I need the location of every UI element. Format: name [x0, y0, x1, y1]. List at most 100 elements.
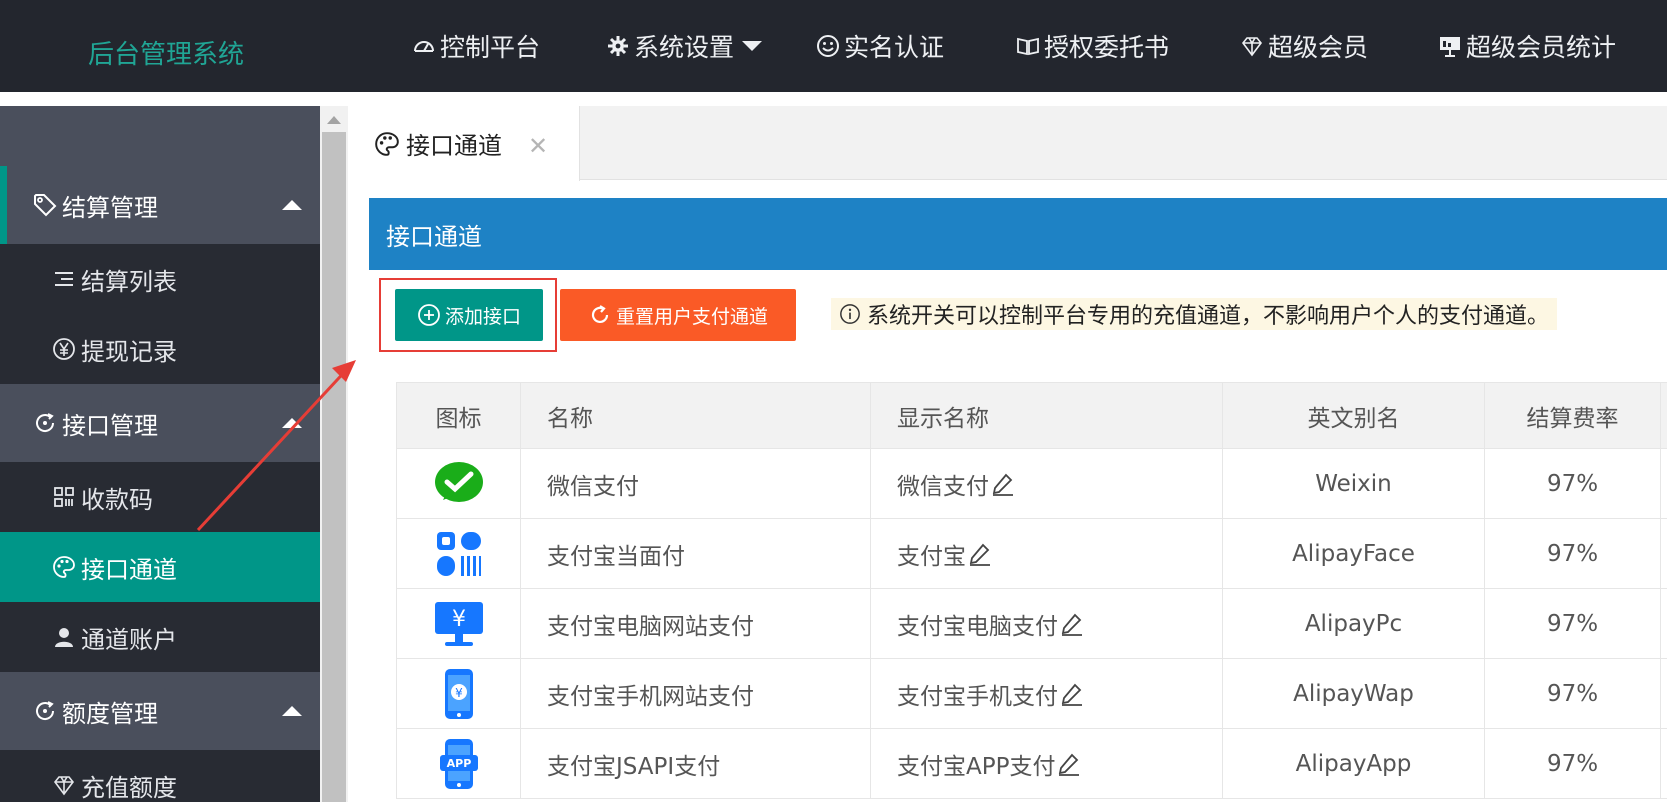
tag-icon [34, 194, 57, 217]
row-icon-cell: ¥ [396, 658, 521, 729]
qrcode-icon [54, 487, 74, 507]
sidebar-group-settlement[interactable]: 结算管理 [0, 166, 320, 244]
sidebar-item-label: 收款码 [81, 485, 153, 514]
nav-authorization[interactable]: 授权委托书 [1016, 30, 1169, 62]
notice-text: 系统开关可以控制平台专用的充值通道，不影响用户个人的支付通道。 [867, 304, 1550, 329]
sidebar-item-label: 接口通道 [81, 555, 177, 584]
interface-table: 图标 名称 显示名称 英文别名 结算费率 微信支付 微信支付 Weixin 97… [396, 382, 1667, 799]
row-alias: AlipayWap [1222, 658, 1485, 729]
panel-header: 接口通道 [369, 198, 1667, 270]
nav-super-member[interactable]: 超级会员 [1240, 30, 1368, 62]
sidebar-group-quota[interactable]: 额度管理 [0, 672, 320, 750]
row-name: 支付宝当面付 [520, 518, 871, 589]
add-interface-label: 添加接口 [444, 305, 521, 328]
sidebar-item-recharge-quota[interactable]: 充值额度 [0, 750, 320, 802]
row-name: 微信支付 [520, 448, 871, 519]
table-row: APP 支付宝JSAPI支付 支付宝APP支付 AlipayApp 97% [396, 728, 1667, 799]
row-display-cell[interactable]: 支付宝电脑支付 [870, 588, 1223, 659]
row-alias: AlipayPc [1222, 588, 1485, 659]
sidebar-item-label: 通道账户 [81, 625, 177, 654]
row-overflow [1660, 658, 1667, 729]
row-name: 支付宝电脑网站支付 [520, 588, 871, 659]
sidebar-item-label: 充值额度 [81, 773, 177, 802]
nav-label: 超级会员统计 [1466, 33, 1617, 62]
row-rate: 97% [1484, 658, 1661, 729]
sidebar-top-spacer [0, 106, 320, 166]
sidebar-group-label: 结算管理 [62, 193, 158, 222]
column-header-rate[interactable]: 结算费率 [1484, 382, 1661, 449]
user-icon [55, 628, 73, 647]
dashboard-icon [414, 41, 434, 52]
row-display-cell[interactable]: 支付宝手机支付 [870, 658, 1223, 729]
column-header-display-name[interactable]: 显示名称 [870, 382, 1223, 449]
row-display-name: 支付宝手机支付 [897, 683, 1058, 710]
row-icon-cell: ¥ [396, 588, 521, 659]
row-rate: 97% [1484, 588, 1661, 659]
nav-super-member-stats[interactable]: 超级会员统计 [1438, 30, 1616, 62]
tab-interface-channel[interactable]: 接口通道 ✕ [350, 106, 580, 181]
presentation-icon [1440, 37, 1460, 57]
table-row: 微信支付 微信支付 Weixin 97% [396, 448, 1667, 519]
tab-label: 接口通道 [406, 132, 502, 160]
sidebar-item-settlement-list[interactable]: 结算列表 [0, 244, 320, 314]
chevron-up-icon [282, 200, 302, 210]
row-display-cell[interactable]: 支付宝 [870, 518, 1223, 589]
alipay-face-icon [436, 531, 481, 576]
row-display-cell[interactable]: 支付宝APP支付 [870, 728, 1223, 799]
chevron-up-icon [282, 706, 302, 716]
row-alias: AlipayApp [1222, 728, 1485, 799]
list-icon [55, 272, 73, 286]
row-rate: 97% [1484, 518, 1661, 589]
nav-label: 授权委托书 [1044, 33, 1170, 62]
diamond-icon [1241, 37, 1263, 57]
reset-payment-channel-button[interactable]: 重置用户支付通道 [560, 289, 796, 341]
diamond-icon [53, 776, 75, 796]
nav-real-name[interactable]: 实名认证 [816, 30, 944, 62]
row-icon-cell [396, 518, 521, 589]
row-rate: 97% [1484, 448, 1661, 519]
app-title[interactable]: 后台管理系统 [88, 34, 244, 71]
nav-system-settings[interactable]: 系统设置 [606, 30, 763, 62]
row-display-name: 支付宝APP支付 [897, 753, 1056, 780]
row-alias: Weixin [1222, 448, 1485, 519]
alipay-app-icon: APP [439, 738, 478, 789]
sidebar-item-channel-account[interactable]: 通道账户 [0, 602, 320, 672]
annotation-arrow [196, 360, 356, 532]
wechat-pay-icon [434, 461, 483, 502]
smile-icon [817, 35, 839, 57]
book-icon [1017, 37, 1039, 56]
sidebar-item-label: 结算列表 [81, 267, 177, 296]
refresh-circle-icon [36, 701, 55, 720]
refresh-circle-icon [36, 413, 55, 432]
nav-dashboard[interactable]: 控制平台 [412, 30, 540, 62]
column-header-alias[interactable]: 英文别名 [1222, 382, 1485, 449]
info-notice: 系统开关可以控制平台专用的充值通道，不影响用户个人的支付通道。 [831, 298, 1558, 330]
edit-pencil-icon[interactable] [1060, 612, 1084, 636]
row-overflow [1660, 518, 1667, 589]
sidebar-group-label: 接口管理 [62, 411, 158, 440]
table-header-row: 图标 名称 显示名称 英文别名 结算费率 [396, 382, 1667, 449]
row-rate: 97% [1484, 728, 1661, 799]
plus-circle-icon [418, 304, 440, 326]
row-display-name: 微信支付 [897, 473, 989, 500]
edit-pencil-icon[interactable] [991, 472, 1015, 496]
nav-label: 超级会员 [1268, 33, 1369, 62]
nav-label: 系统设置 [634, 33, 735, 62]
row-display-name: 支付宝 [897, 543, 966, 570]
svg-text:APP: APP [446, 757, 471, 770]
scroll-up-arrow-icon[interactable] [327, 116, 341, 124]
refresh-icon [591, 305, 609, 324]
alipay-pc-icon: ¥ [434, 601, 483, 646]
row-overflow [1660, 728, 1667, 799]
column-header-icon[interactable]: 图标 [396, 382, 521, 449]
row-display-cell[interactable]: 微信支付 [870, 448, 1223, 519]
add-interface-button[interactable]: 添加接口 [395, 289, 543, 341]
edit-pencil-icon[interactable] [968, 542, 992, 566]
edit-pencil-icon[interactable] [1060, 682, 1084, 706]
row-name: 支付宝手机网站支付 [520, 658, 871, 729]
chevron-down-icon [742, 41, 763, 51]
column-header-name[interactable]: 名称 [520, 382, 871, 449]
edit-pencil-icon[interactable] [1057, 752, 1081, 776]
yen-circle-icon [53, 338, 75, 360]
close-icon[interactable]: ✕ [528, 132, 548, 160]
